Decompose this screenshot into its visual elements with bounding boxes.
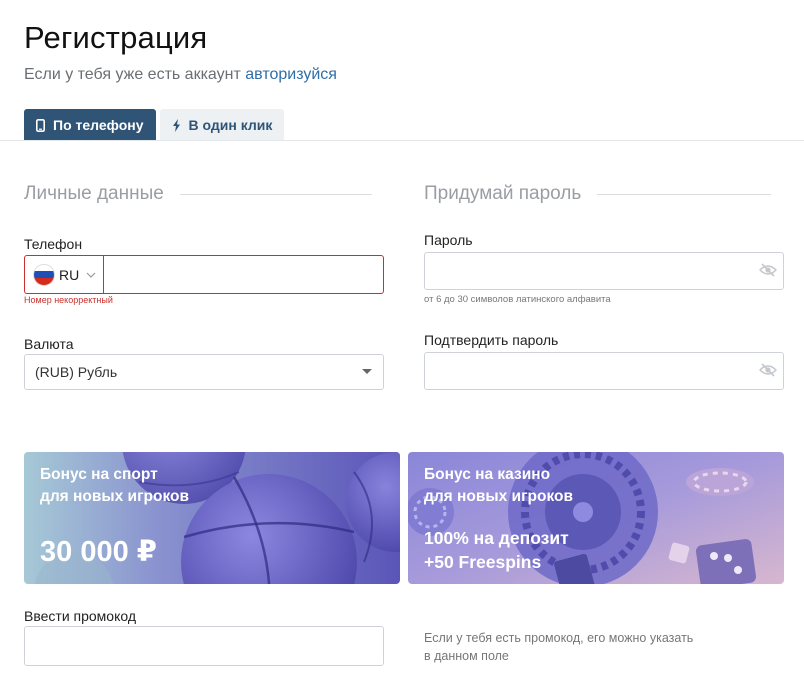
promo-code-hint: Если у тебя есть промокод, его можно ука… xyxy=(424,629,724,665)
phone-field: RU xyxy=(24,255,384,294)
phone-error-message: Номер некорректный xyxy=(24,295,113,305)
caret-down-icon xyxy=(362,369,372,374)
promo-code-hint-line2: в данном поле xyxy=(424,649,509,663)
casino-bonus-title: Бонус на казино для новых игроков xyxy=(424,464,573,508)
personal-data-heading-text: Личные данные xyxy=(24,183,164,204)
casino-bonus-title-line1: Бонус на казино xyxy=(424,466,551,483)
lightning-icon xyxy=(172,118,181,132)
russia-flag-icon xyxy=(33,263,55,286)
password-heading-text: Придумай пароль xyxy=(424,183,582,204)
tab-one-click-label: В один клик xyxy=(188,117,273,133)
tabs-divider xyxy=(0,140,804,141)
casino-bonus-offer-line1: 100% на депозит xyxy=(424,528,569,548)
password-heading: Придумай пароль xyxy=(424,183,772,205)
currency-label: Валюта xyxy=(24,336,74,352)
password-hint: от 6 до 30 символов латинского алфавита xyxy=(424,294,611,305)
country-code: RU xyxy=(59,266,80,283)
casino-bonus-title-line2: для новых игроков xyxy=(424,488,574,505)
phone-label: Телефон xyxy=(24,236,83,252)
registration-tabs: По телефону В один клик xyxy=(24,109,285,141)
sport-bonus-amount: 30 000 ₽ xyxy=(40,536,157,568)
tab-one-click[interactable]: В один клик xyxy=(159,109,285,141)
sport-bonus-title: Бонус на спорт для новых игроков xyxy=(40,464,189,508)
eye-slash-icon[interactable] xyxy=(759,263,777,277)
login-link[interactable]: авторизуйся xyxy=(245,66,337,83)
eye-slash-icon[interactable] xyxy=(759,363,777,377)
casino-bonus-banner[interactable]: Бонус на казино для новых игроков 100% н… xyxy=(408,452,784,584)
heading-divider xyxy=(597,193,772,195)
login-prompt: Если у тебя уже есть аккаунт авторизуйся xyxy=(24,66,337,84)
promo-code-hint-line1: Если у тебя есть промокод, его можно ука… xyxy=(424,631,694,645)
sport-bonus-banner[interactable]: Бонус на спорт для новых игроков 30 000 … xyxy=(24,452,400,584)
promo-code-label: Ввести промокод xyxy=(24,608,137,624)
sport-bonus-title-line1: Бонус на спорт xyxy=(40,466,158,483)
heading-divider xyxy=(179,193,372,195)
sport-bonus-title-line2: для новых игроков xyxy=(40,488,190,505)
tab-by-phone-label: По телефону xyxy=(53,117,144,133)
country-selector[interactable]: RU xyxy=(25,256,104,293)
personal-data-heading: Личные данные xyxy=(24,183,372,205)
currency-value: (RUB) Рубль xyxy=(35,364,118,380)
phone-icon xyxy=(36,118,45,132)
confirm-password-input[interactable] xyxy=(425,353,745,389)
login-prompt-text: Если у тебя уже есть аккаунт xyxy=(24,66,241,83)
casino-bonus-offer-line2: +50 Freespins xyxy=(424,552,542,572)
password-input[interactable] xyxy=(425,253,745,289)
chevron-down-icon xyxy=(86,272,96,278)
promo-code-field xyxy=(24,626,384,666)
password-field xyxy=(424,252,784,290)
confirm-password-field xyxy=(424,352,784,390)
confirm-password-label: Подтвердить пароль xyxy=(424,332,559,348)
tab-by-phone[interactable]: По телефону xyxy=(24,109,156,141)
password-label: Пароль xyxy=(424,232,473,248)
casino-bonus-offer: 100% на депозит +50 Freespins xyxy=(424,526,569,574)
page-title: Регистрация xyxy=(24,20,208,55)
phone-input[interactable] xyxy=(105,256,383,293)
currency-select[interactable]: (RUB) Рубль xyxy=(24,354,384,390)
promo-code-input[interactable] xyxy=(25,627,383,665)
